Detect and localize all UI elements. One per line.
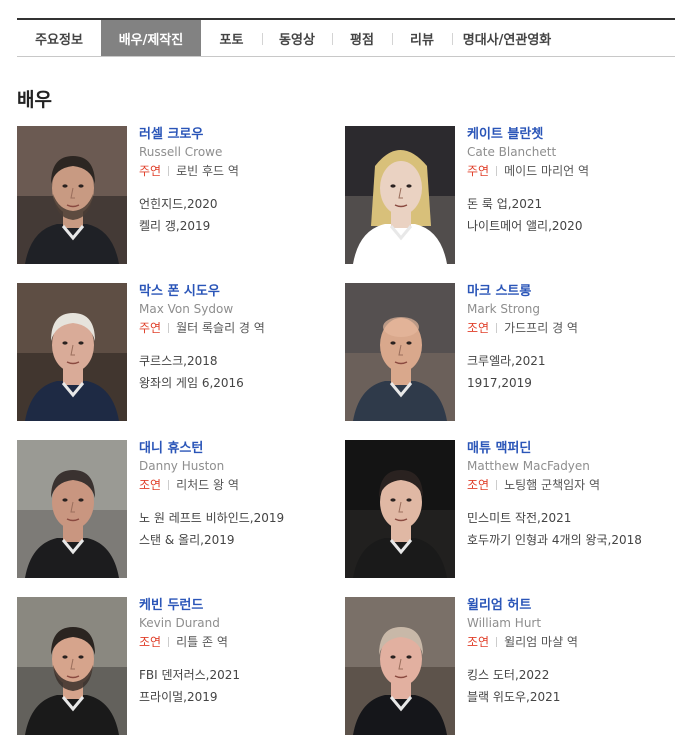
role-type: 조연 <box>467 478 490 492</box>
cast-card: 막스 폰 시도우 Max Von Sydow 주연 월터 록슬리 경 역쿠르스크,20… <box>17 283 337 423</box>
actor-role: 조연 리틀 존 역 <box>139 634 339 651</box>
cast-card: 대니 휴스턴 Danny Huston 조연 리처드 왕 역노 원 레프트 비하인드,… <box>17 440 337 580</box>
role-name: 가드프리 경 역 <box>504 321 578 335</box>
section-title-actors: 배우 <box>17 89 52 111</box>
actor-role: 조연 가드프리 경 역 <box>467 320 667 337</box>
actor-english-name: Matthew MacFadyen <box>467 459 590 473</box>
tab-main-info[interactable]: 주요정보 <box>17 20 101 56</box>
tab-quotes-related[interactable]: 명대사/연관영화 <box>452 20 562 56</box>
role-type: 조연 <box>139 635 162 649</box>
role-name: 노팅햄 군책임자 역 <box>504 478 601 492</box>
actor-name-link[interactable]: 막스 폰 시도우 <box>139 283 339 300</box>
role-name: 리처드 왕 역 <box>176 478 239 492</box>
cast-card: 매튜 맥퍼딘 Matthew MacFadyen 조연 노팅햄 군책임자 역민스미트 … <box>345 440 665 580</box>
actor-name-link[interactable]: 윌리엄 허트 <box>467 597 667 614</box>
role-divider <box>496 480 498 490</box>
actor-photo[interactable] <box>345 283 455 421</box>
filmography-list: FBI 덴저러스,2021 프라이멀,2019 <box>139 664 339 708</box>
role-name: 메이드 마리언 역 <box>504 164 590 178</box>
role-divider <box>168 166 170 176</box>
role-divider <box>168 323 170 333</box>
filmography-item[interactable]: 호두까기 인형과 4개의 왕국,2018 <box>467 529 667 551</box>
filmography-list: 크루엘라,2021 1917,2019 <box>467 350 667 394</box>
actor-english-name: Cate Blanchett <box>467 145 557 159</box>
actor-role: 주연 로빈 후드 역 <box>139 163 339 180</box>
actor-role: 조연 노팅햄 군책임자 역 <box>467 477 667 494</box>
cast-card: 케이트 블란쳇 Cate Blanchett 주연 메이드 마리언 역돈 룩 업,20… <box>345 126 665 266</box>
filmography-item[interactable]: 돈 룩 업,2021 <box>467 193 667 215</box>
actor-english-name: Mark Strong <box>467 302 540 316</box>
actor-name-link[interactable]: 매튜 맥퍼딘 <box>467 440 667 457</box>
role-divider <box>496 637 498 647</box>
actor-role: 주연 메이드 마리언 역 <box>467 163 667 180</box>
actor-role: 주연 월터 록슬리 경 역 <box>139 320 339 337</box>
actor-photo[interactable] <box>345 440 455 578</box>
role-divider <box>168 480 170 490</box>
actor-photo[interactable] <box>345 126 455 264</box>
actor-role: 조연 리처드 왕 역 <box>139 477 339 494</box>
role-name: 로빈 후드 역 <box>176 164 239 178</box>
actor-english-name: Kevin Durand <box>139 616 220 630</box>
role-type: 조연 <box>467 321 490 335</box>
role-type: 주연 <box>139 164 162 178</box>
actor-name-link[interactable]: 러셀 크로우 <box>139 126 339 143</box>
filmography-item[interactable]: 왕좌의 게임 6,2016 <box>139 372 339 394</box>
tab-review[interactable]: 리뷰 <box>392 20 452 56</box>
role-name: 리틀 존 역 <box>176 635 228 649</box>
filmography-item[interactable]: 켈리 갱,2019 <box>139 215 339 237</box>
filmography-list: 민스미트 작전,2021 호두까기 인형과 4개의 왕국,2018 <box>467 507 667 551</box>
actor-name-link[interactable]: 케빈 두런드 <box>139 597 339 614</box>
filmography-list: 노 원 레프트 비하인드,2019 스탠 & 올리,2019 <box>139 507 339 551</box>
filmography-item[interactable]: 프라이멀,2019 <box>139 686 339 708</box>
filmography-item[interactable]: 킹스 도터,2022 <box>467 664 667 686</box>
tab-video[interactable]: 동영상 <box>262 20 332 56</box>
tab-photo[interactable]: 포토 <box>201 20 262 56</box>
actor-english-name: Russell Crowe <box>139 145 223 159</box>
actor-name-link[interactable]: 케이트 블란쳇 <box>467 126 667 143</box>
filmography-item[interactable]: 크루엘라,2021 <box>467 350 667 372</box>
role-type: 조연 <box>467 635 490 649</box>
filmography-list: 돈 룩 업,2021 나이트메어 앨리,2020 <box>467 193 667 237</box>
filmography-item[interactable]: 노 원 레프트 비하인드,2019 <box>139 507 339 529</box>
cast-card: 러셀 크로우 Russell Crowe 주연 로빈 후드 역언힌지드,2020 켈리 … <box>17 126 337 266</box>
role-divider <box>496 166 498 176</box>
tab-bar: 주요정보 배우/제작진 포토 동영상 평점 리뷰 명대사/연관영화 <box>17 18 675 57</box>
filmography-item[interactable]: 스탠 & 올리,2019 <box>139 529 339 551</box>
filmography-item[interactable]: 쿠르스크,2018 <box>139 350 339 372</box>
filmography-item[interactable]: 언힌지드,2020 <box>139 193 339 215</box>
filmography-item[interactable]: FBI 덴저러스,2021 <box>139 664 339 686</box>
actor-photo[interactable] <box>17 283 127 421</box>
filmography-list: 언힌지드,2020 켈리 갱,2019 <box>139 193 339 237</box>
cast-card: 케빈 두런드 Kevin Durand 조연 리틀 존 역 FBI 덴저러스,2021 프… <box>17 597 337 737</box>
actor-english-name: Danny Huston <box>139 459 225 473</box>
actor-name-link[interactable]: 마크 스트롱 <box>467 283 667 300</box>
tab-rating[interactable]: 평점 <box>332 20 392 56</box>
role-name: 윌리엄 마샬 역 <box>504 635 578 649</box>
actor-role: 조연 윌리엄 마샬 역 <box>467 634 667 651</box>
role-type: 주연 <box>139 321 162 335</box>
role-divider <box>496 323 498 333</box>
role-type: 주연 <box>467 164 490 178</box>
filmography-list: 쿠르스크,2018 왕좌의 게임 6,2016 <box>139 350 339 394</box>
role-divider <box>168 637 170 647</box>
filmography-item[interactable]: 1917,2019 <box>467 372 667 394</box>
filmography-item[interactable]: 나이트메어 앨리,2020 <box>467 215 667 237</box>
tab-cast-crew[interactable]: 배우/제작진 <box>101 20 201 56</box>
cast-card: 마크 스트롱 Mark Strong 조연 가드프리 경 역크루엘라,2021 1917… <box>345 283 665 423</box>
actor-english-name: Max Von Sydow <box>139 302 234 316</box>
actor-photo[interactable] <box>17 597 127 735</box>
actor-photo[interactable] <box>17 440 127 578</box>
filmography-item[interactable]: 민스미트 작전,2021 <box>467 507 667 529</box>
role-type: 조연 <box>139 478 162 492</box>
actor-name-link[interactable]: 대니 휴스턴 <box>139 440 339 457</box>
filmography-item[interactable]: 블랙 위도우,2021 <box>467 686 667 708</box>
filmography-list: 킹스 도터,2022 블랙 위도우,2021 <box>467 664 667 708</box>
cast-card: 윌리엄 허트 William Hurt 조연 윌리엄 마샬 역킹스 도터,2022 블랙… <box>345 597 665 737</box>
role-name: 월터 록슬리 경 역 <box>176 321 265 335</box>
actor-photo[interactable] <box>345 597 455 735</box>
actor-photo[interactable] <box>17 126 127 264</box>
actor-english-name: William Hurt <box>467 616 542 630</box>
